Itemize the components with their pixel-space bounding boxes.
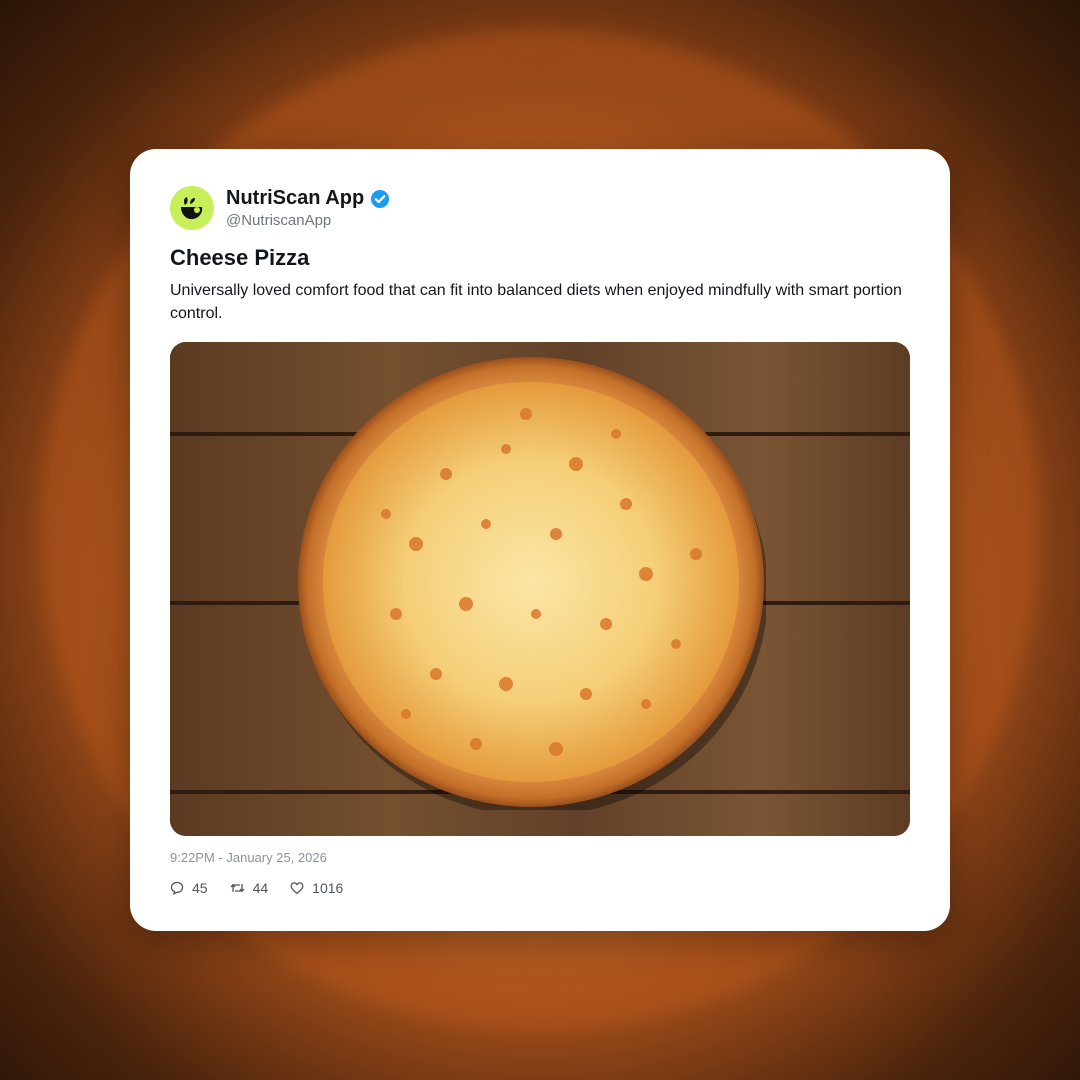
verified-badge-icon [371, 189, 390, 208]
repost-button[interactable]: 44 [230, 880, 269, 896]
like-button[interactable]: 1016 [290, 880, 343, 896]
avatar[interactable] [170, 186, 214, 230]
name-row: NutriScan App [226, 187, 390, 210]
post-card: NutriScan App @NutriscanApp Cheese Pizza… [130, 149, 950, 931]
nutriscan-logo-icon [181, 197, 203, 220]
post-timestamp: 9:22PM - January 25, 2026 [170, 850, 327, 865]
post-header: NutriScan App @NutriscanApp [170, 185, 390, 231]
post-description: Universally loved comfort food that can … [170, 282, 902, 322]
heart-icon [290, 882, 304, 895]
user-handle[interactable]: @NutriscanApp [226, 212, 390, 229]
post-actions: 45 44 1016 [170, 880, 365, 896]
reply-count: 45 [192, 880, 208, 896]
pizza-image [298, 357, 766, 810]
like-count: 1016 [312, 880, 344, 896]
repost-icon [230, 883, 245, 893]
repost-count: 44 [252, 880, 269, 896]
post-title: Cheese Pizza [170, 245, 310, 270]
display-name[interactable]: NutriScan App [226, 187, 364, 210]
post-image[interactable] [170, 342, 910, 836]
author-names: NutriScan App @NutriscanApp [226, 187, 390, 229]
reply-button[interactable]: 45 [170, 880, 208, 896]
reply-icon [170, 881, 184, 895]
